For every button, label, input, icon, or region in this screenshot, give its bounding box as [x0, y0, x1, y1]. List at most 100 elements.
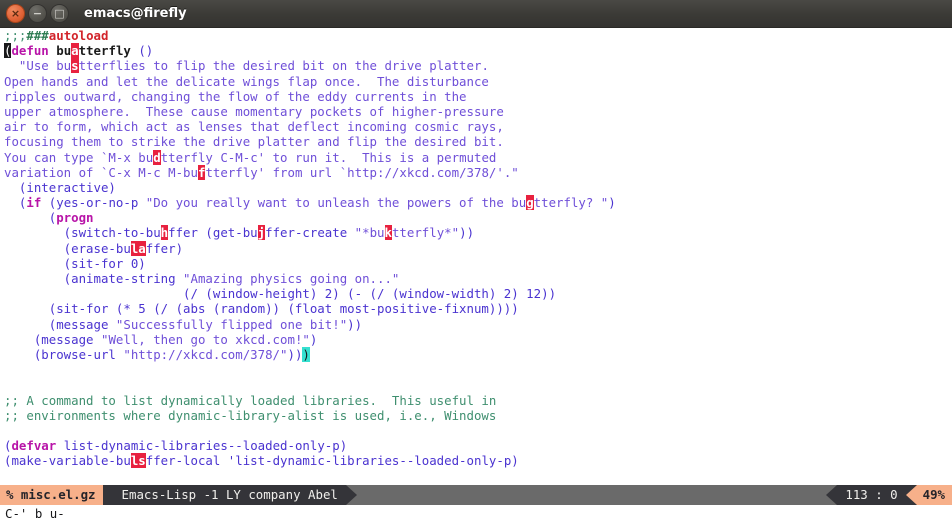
buffer-line: Open hands and let the delicate wings fl…: [4, 74, 952, 89]
code-token: (: [4, 210, 57, 226]
buffer-line: variation of `C-x M-c M-buftterfly' from…: [4, 164, 952, 180]
code-token: (sit-for 0): [4, 255, 146, 271]
code-token: bu: [56, 43, 72, 59]
modeline-major-minor-modes[interactable]: Emacs-Lisp -1 LY company Abel: [113, 485, 346, 505]
window-title: emacs@firefly: [84, 6, 187, 21]
buffer-line: (erase-bulaffer): [4, 240, 952, 256]
avy-jump-target: k: [384, 225, 392, 241]
buffer-line: (progn: [4, 210, 952, 225]
buffer-line: ;;;###autoload: [4, 28, 952, 43]
code-token: ): [339, 438, 348, 454]
buffer-line: (/ (window-height) 2) (- (/ (window-widt…: [4, 286, 952, 301]
buffer-line: (make-variable-bulsffer-local 'list-dyna…: [4, 453, 952, 469]
close-window-button[interactable]: ×: [6, 4, 25, 23]
buffer-line: (switch-to-buhffer (get-bujffer-create "…: [4, 225, 952, 241]
modeline-buffer-name[interactable]: % misc.el.gz: [0, 485, 103, 505]
modeline-separator-1: [102, 485, 114, 505]
code-token: ;; A command to list dynamically loaded …: [4, 392, 497, 408]
code-token: ): [608, 195, 616, 211]
close-icon: ×: [10, 7, 21, 20]
code-token: (yes-or-no-p: [41, 195, 146, 211]
code-token: (message: [4, 331, 101, 347]
code-token: ffer): [145, 240, 184, 256]
code-token: "Do you really want to unleash the power…: [145, 195, 527, 211]
code-token: autoload: [48, 28, 109, 43]
code-token: ffer (get-bu: [168, 225, 258, 241]
code-token: tterflies to flip the desired bit on the…: [78, 58, 489, 74]
code-token: "http://xkcd.com/378/": [123, 346, 288, 362]
modeline-cursor-position[interactable]: 113 : 0: [837, 485, 906, 505]
buffer-line: upper atmosphere. These cause momentary …: [4, 104, 952, 119]
code-token: Open hands and let the delicate wings fl…: [4, 73, 489, 89]
code-token: ffer-create: [265, 225, 355, 241]
code-token: )): [287, 346, 303, 362]
buffer-line: (defun buatterfly (): [4, 43, 952, 59]
code-token: defun: [11, 484, 48, 485]
minimize-icon: −: [32, 7, 43, 20]
buffer-line: (interactive): [4, 180, 952, 195]
minibuffer-echo-area[interactable]: C-' b u-: [0, 505, 952, 522]
buffer-line: "Use bustterflies to flip the desired bi…: [4, 58, 952, 74]
modeline-scroll-percent[interactable]: 49%: [916, 485, 952, 505]
code-token: (: [4, 195, 27, 211]
code-token: tterfly? ": [533, 195, 609, 211]
window-titlebar: × − □ emacs@firefly: [0, 0, 952, 28]
avy-jump-target: d: [153, 149, 161, 165]
avy-jump-target: s: [71, 58, 79, 74]
buffer-line: (defun list-dynamic-libraries--loaded (f…: [4, 484, 952, 485]
code-token: ;;;: [4, 28, 27, 43]
code-token: (/ (window-height) 2) (- (/ (window-widt…: [4, 286, 557, 302]
minimize-window-button[interactable]: −: [28, 4, 47, 23]
code-token: focusing them to strike the drive platte…: [4, 134, 504, 150]
code-token: tterfly C-M-c' to run it. This is a perm…: [160, 149, 497, 165]
buffer-line: [4, 423, 952, 438]
code-token: "Successfully flipped one bit!": [115, 316, 348, 332]
code-token: ): [309, 331, 318, 347]
buffer-line: (animate-string "Amazing physics going o…: [4, 271, 952, 286]
maximize-window-button[interactable]: □: [50, 4, 69, 23]
modeline-separator-2: [345, 485, 357, 505]
code-token: tterfly' from url `http://xkcd.com/378/'…: [205, 164, 519, 180]
matching-paren-highlight: ): [302, 346, 310, 362]
modeline-separator-3: [826, 485, 838, 505]
buffer-line: (sit-for 0): [4, 256, 952, 271]
buffer-line: air to form, which act as lenses that de…: [4, 119, 952, 134]
buffer-line: (message "Successfully flipped one bit!"…: [4, 317, 952, 332]
emacs-mode-line: % misc.el.gz Emacs-Lisp -1 LY company Ab…: [0, 485, 952, 505]
modeline-separator-4: [905, 485, 917, 505]
code-token: progn: [56, 210, 94, 226]
code-token: (make-variable-bu: [4, 453, 131, 469]
avy-jump-target: g: [526, 195, 534, 211]
code-token: You can type `M-x bu: [4, 149, 154, 165]
buffer-line: [4, 468, 952, 483]
code-token: defun: [11, 43, 49, 59]
avy-jump-target: j: [257, 225, 266, 241]
code-token: variation of `C-x M-c M-bu: [4, 164, 198, 180]
code-token: (from): [280, 484, 333, 485]
code-token: (message: [4, 316, 116, 332]
buffer-line: (message "Well, then go to xkcd.com!"): [4, 332, 952, 347]
buffer-line: You can type `M-x budtterfly C-M-c' to r…: [4, 149, 952, 165]
code-token: list-dynamic-libraries--loaded-only-p: [63, 438, 340, 454]
code-token: "*bu: [354, 225, 385, 241]
emacs-buffer-text-area[interactable]: ;;;###autoload (defun buatterfly () "Use …: [0, 28, 952, 485]
buffer-line: ;; A command to list dynamically loaded …: [4, 393, 952, 408]
maximize-icon: □: [54, 7, 65, 20]
code-token: (): [130, 43, 154, 59]
code-token: ###: [26, 28, 49, 43]
buffer-line: (if (yes-or-no-p "Do you really want to …: [4, 195, 952, 211]
buffer-line: (browse-url "http://xkcd.com/378/"))): [4, 346, 952, 362]
buffer-line: focusing them to strike the drive platte…: [4, 134, 952, 149]
code-token: "Use bu: [4, 58, 72, 74]
code-token: tterfly*": [391, 225, 460, 241]
avy-jump-target: ls: [130, 453, 146, 469]
code-token: ffer-local 'list-dynamic-libraries--load…: [145, 453, 519, 469]
code-token: (erase-bu: [4, 240, 131, 256]
code-token: )): [459, 225, 475, 241]
code-token: if: [26, 195, 42, 211]
code-token: upper atmosphere. These cause momentary …: [4, 103, 504, 119]
avy-jump-target: h: [160, 225, 169, 241]
code-token: tterfly: [78, 43, 131, 59]
code-token: )): [347, 316, 363, 332]
